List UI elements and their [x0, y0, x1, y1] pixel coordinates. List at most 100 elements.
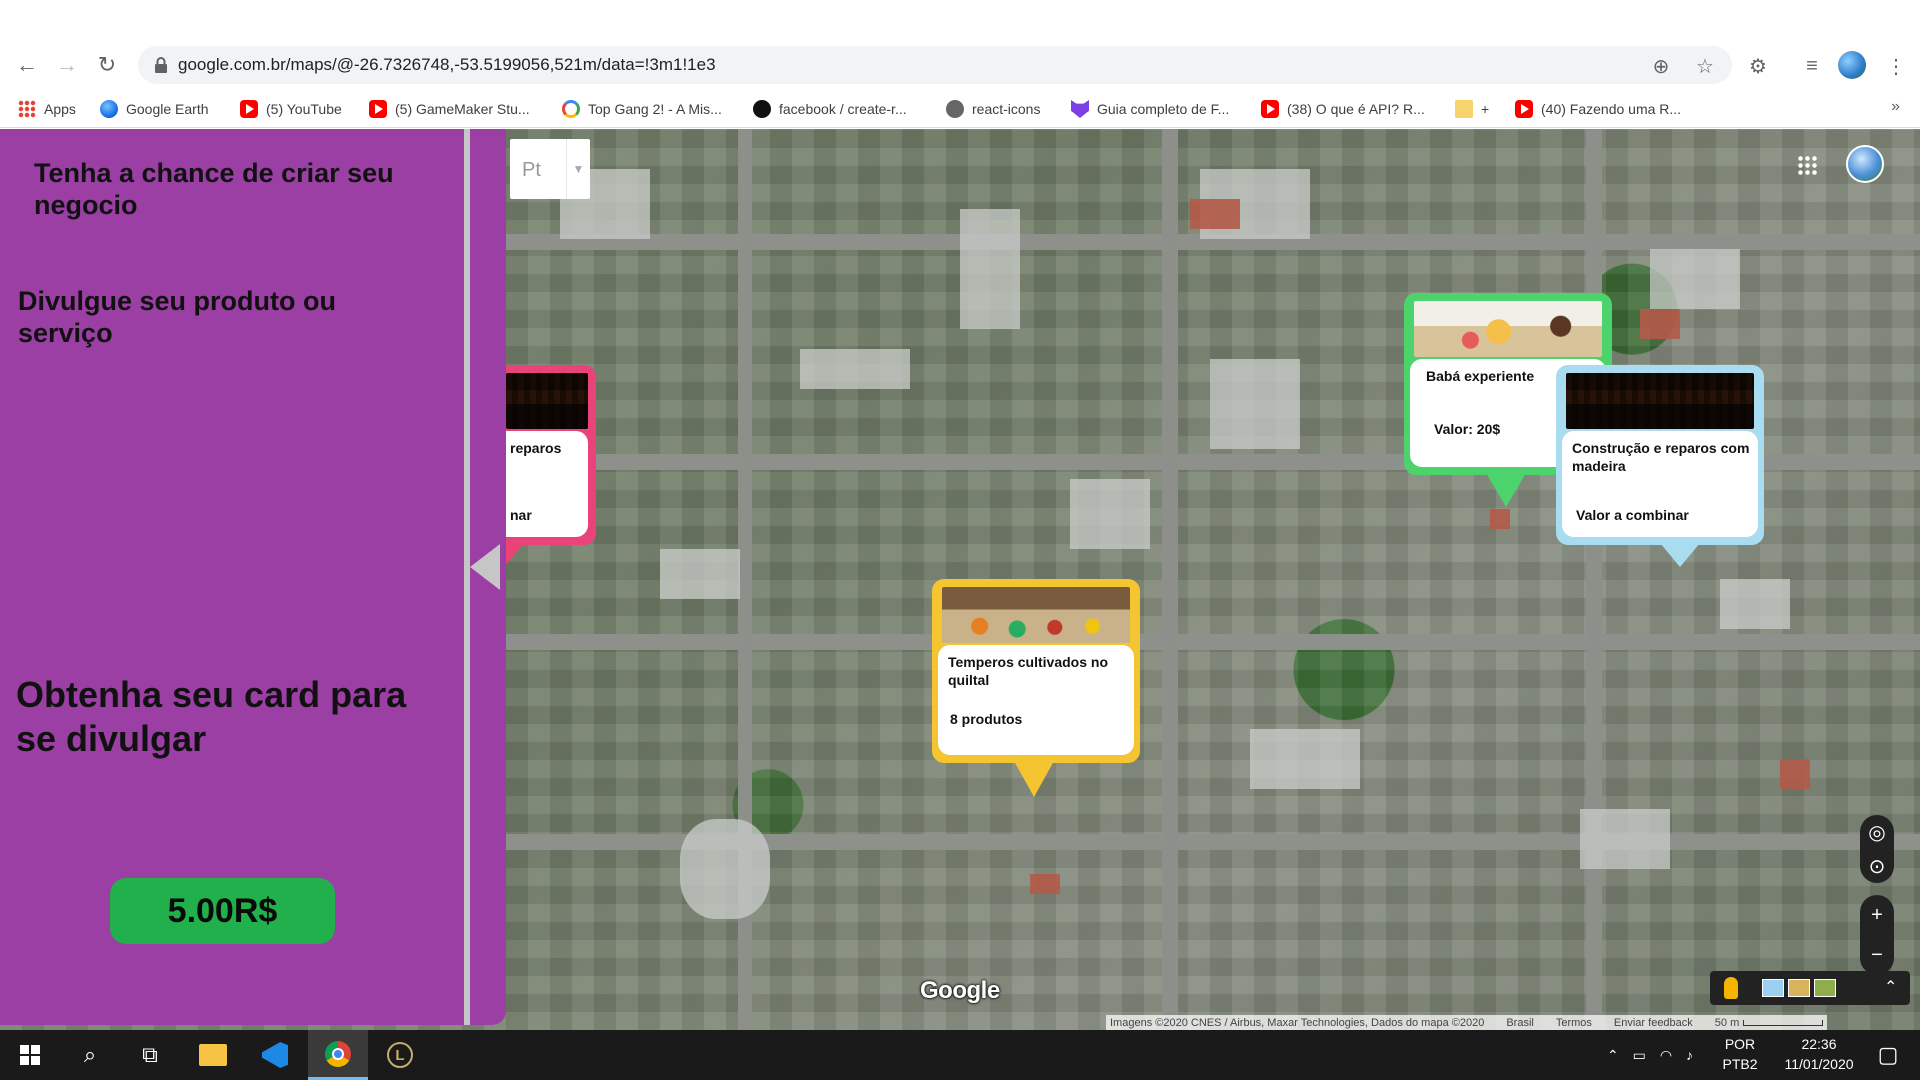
red-roof	[1190, 199, 1240, 229]
bookmark-gamemaker[interactable]: (5) GameMaker Stu...	[369, 98, 530, 120]
notifications-icon[interactable]: ▢	[1858, 1030, 1918, 1080]
red-roof	[1640, 309, 1680, 339]
card-value: 8 produtos	[950, 711, 1023, 727]
bookmark-guia[interactable]: Guia completo de F...	[1071, 98, 1229, 120]
scale-control[interactable]: 50 m	[1714, 1016, 1824, 1029]
google-apps-icon[interactable]	[1797, 155, 1819, 177]
card-value: Valor a combinar	[1576, 507, 1689, 523]
back-icon[interactable]: ←	[10, 48, 44, 82]
imagery-bar: ⌃	[1710, 971, 1910, 1005]
vscode-icon	[262, 1042, 288, 1068]
youtube-icon	[369, 100, 387, 118]
battery-icon[interactable]: ▭	[1633, 1047, 1646, 1064]
map-attribution: Imagens ©2020 CNES / Airbus, Maxar Techn…	[1106, 1015, 1828, 1030]
forward-icon[interactable]: →	[50, 48, 84, 82]
building	[1720, 579, 1790, 629]
bookmark-google-earth[interactable]: Google Earth	[100, 98, 209, 120]
task-view-icon[interactable]: ⧉	[120, 1030, 180, 1080]
bookmark-youtube[interactable]: (5) YouTube	[240, 98, 342, 120]
chevron-down-icon[interactable]: ▼	[566, 139, 590, 199]
building	[1580, 809, 1670, 869]
chevron-up-icon[interactable]: ⌃	[1607, 1047, 1619, 1064]
bookmark-label: (38) O que é API? R...	[1287, 101, 1425, 117]
star-icon[interactable]: ☆	[1694, 55, 1716, 78]
service-card[interactable]: Construção e reparos com madeira Valor a…	[1556, 365, 1764, 567]
card-value: nar	[510, 507, 532, 523]
wifi-icon[interactable]: ◠	[1660, 1047, 1672, 1064]
keyboard-layout: PTB2	[1722, 1056, 1758, 1072]
map-controls: ◎ ⊙	[1860, 815, 1894, 883]
price-button[interactable]: 5.00R$	[110, 878, 335, 944]
woodworking-image	[1566, 373, 1754, 429]
google-icon	[562, 100, 580, 118]
bookmark-react-icons[interactable]: react-icons	[946, 98, 1040, 120]
pegman-icon[interactable]	[1724, 977, 1738, 999]
building	[1070, 479, 1150, 549]
terms-link[interactable]: Termos	[1556, 1017, 1592, 1029]
zoom-in-button[interactable]: +	[1860, 895, 1894, 935]
chrome-button[interactable]	[308, 1030, 368, 1080]
panel-heading-create-business: Tenha a chance de criar seu negocio	[34, 158, 394, 220]
folder-icon	[199, 1044, 227, 1066]
imagery-thumb[interactable]	[1788, 979, 1810, 997]
building	[680, 819, 770, 919]
map-type-selector[interactable]: Pt ▼	[510, 139, 590, 199]
expand-icon[interactable]: ⌃	[1884, 977, 1897, 997]
collapse-panel-icon[interactable]	[470, 544, 500, 590]
globe-icon[interactable]: ◎	[1860, 815, 1894, 849]
feedback-link[interactable]: Enviar feedback	[1614, 1017, 1693, 1029]
media-controls-icon[interactable]: ≡	[1800, 54, 1824, 78]
more-bookmarks-icon[interactable]: »	[1891, 98, 1900, 116]
bookmark-label: react-icons	[972, 101, 1041, 117]
promo-panel: Tenha a chance de criar seu negocio Divu…	[0, 129, 506, 1025]
profile-avatar[interactable]	[1838, 51, 1866, 79]
league-icon: L	[387, 1042, 413, 1068]
imagery-thumb[interactable]	[1762, 979, 1784, 997]
attribution-text: Imagens ©2020 CNES / Airbus, Maxar Techn…	[1110, 1016, 1485, 1029]
service-card[interactable]: Temperos cultivados no quiltal 8 produto…	[932, 579, 1140, 797]
bookmark-label: +	[1481, 101, 1490, 117]
map-type-label: Pt	[522, 159, 541, 181]
bookmark-facebook-create[interactable]: facebook / create-r...	[753, 98, 907, 120]
bookmark-folder[interactable]: +	[1455, 98, 1489, 120]
bookmark-api[interactable]: (38) O que é API? R...	[1261, 98, 1425, 120]
menu-icon[interactable]: ⋮	[1884, 54, 1908, 78]
scale-label: 50 m	[1714, 1016, 1740, 1029]
bookmark-fazendo[interactable]: (40) Fazendo uma R...	[1515, 98, 1681, 120]
search-icon[interactable]: ⌕	[60, 1030, 120, 1080]
children-playing-image	[1414, 301, 1602, 357]
card-title: Temperos cultivados no quiltal	[948, 654, 1108, 688]
add-icon[interactable]: ⊕	[1650, 55, 1672, 78]
country-link[interactable]: Brasil	[1506, 1017, 1534, 1029]
bookmark-top-gang[interactable]: Top Gang 2! - A Mis...	[562, 98, 722, 120]
extension-icon[interactable]: ⚙	[1746, 54, 1770, 78]
panel-heading-advertise: Divulgue seu produto ou serviço	[18, 286, 336, 348]
bookmark-label: (5) YouTube	[266, 101, 342, 117]
bookmark-apps[interactable]: Apps	[18, 98, 76, 120]
building	[1250, 729, 1360, 789]
building	[1650, 249, 1740, 309]
language-indicator[interactable]: POR PTB2	[1712, 1034, 1768, 1074]
file-explorer-button[interactable]	[183, 1030, 243, 1080]
apps-icon	[18, 100, 36, 118]
reload-icon[interactable]: ↻	[90, 48, 124, 82]
github-icon	[753, 100, 771, 118]
building	[1210, 359, 1300, 449]
zoom-out-button[interactable]: −	[1860, 935, 1894, 975]
address-bar[interactable]: google.com.br/maps/@-26.7326748,-53.5199…	[138, 46, 1732, 84]
league-button[interactable]: L	[370, 1030, 430, 1080]
woodworking-image	[506, 373, 588, 429]
google-earth-icon	[100, 100, 118, 118]
bookmark-label: (40) Fazendo uma R...	[1541, 101, 1682, 117]
windows-icon	[20, 1045, 40, 1065]
my-location-icon[interactable]: ⊙	[1860, 849, 1894, 883]
start-button[interactable]	[0, 1030, 60, 1080]
account-avatar[interactable]	[1846, 145, 1884, 183]
card-pointer	[1486, 473, 1526, 507]
volume-icon[interactable]: ♪	[1686, 1047, 1693, 1063]
imagery-thumb[interactable]	[1814, 979, 1836, 997]
vscode-button[interactable]	[245, 1030, 305, 1080]
lock-icon	[155, 57, 167, 73]
card-body: Construção e reparos com madeira Valor a…	[1562, 431, 1758, 537]
active-tab[interactable]	[318, 0, 601, 40]
